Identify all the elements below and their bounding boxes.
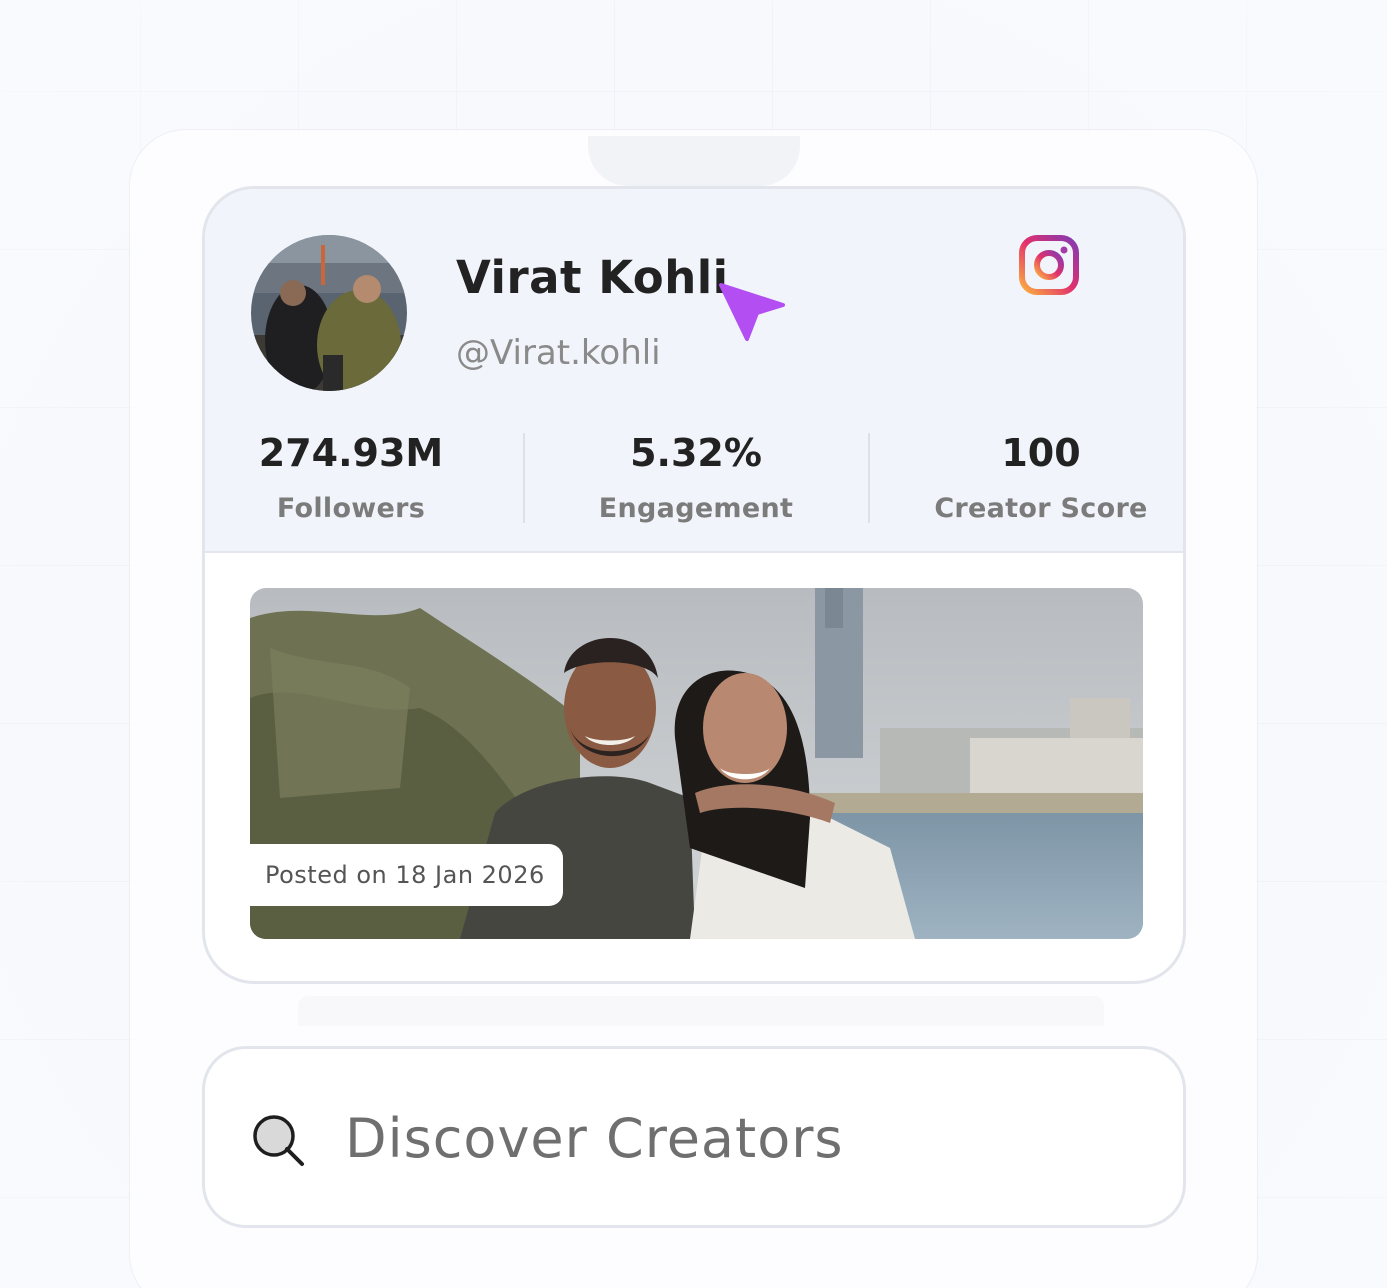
creator-name: Virat Kohli (456, 251, 729, 304)
pointer-cursor-icon (719, 283, 785, 341)
posted-date-badge: Posted on 18 Jan 2026 (250, 844, 563, 906)
instagram-icon[interactable] (1018, 234, 1080, 296)
stat-followers: 274.93M Followers (205, 429, 501, 524)
stat-divider (868, 433, 870, 523)
stat-value: 100 (1001, 431, 1081, 475)
stat-value: 5.32% (630, 431, 762, 475)
creator-handle[interactable]: @Virat.kohli (456, 333, 661, 373)
stat-label: Followers (276, 493, 426, 524)
stat-engagement: 5.32% Engagement (546, 429, 846, 524)
creator-card[interactable]: Virat Kohli @Virat.kohli 274.93M Followe… (202, 186, 1186, 984)
post-image[interactable]: Posted on 18 Jan 2026 (250, 588, 1143, 939)
stat-creator-score: 100 Creator Score (891, 429, 1183, 524)
stat-value: 274.93M (258, 431, 444, 475)
avatar-photo (251, 235, 407, 391)
stat-label: Engagement (598, 493, 794, 524)
device-notch (588, 136, 800, 186)
creator-card-header: Virat Kohli @Virat.kohli 274.93M Followe… (205, 189, 1183, 553)
stat-divider (523, 433, 525, 523)
stacked-card-edge (298, 996, 1104, 1026)
search-input[interactable]: Discover Creators (345, 1107, 844, 1170)
search-icon (253, 1115, 304, 1166)
stat-label: Creator Score (934, 493, 1148, 524)
avatar[interactable] (251, 235, 407, 391)
search-bar[interactable]: Discover Creators (202, 1046, 1186, 1228)
